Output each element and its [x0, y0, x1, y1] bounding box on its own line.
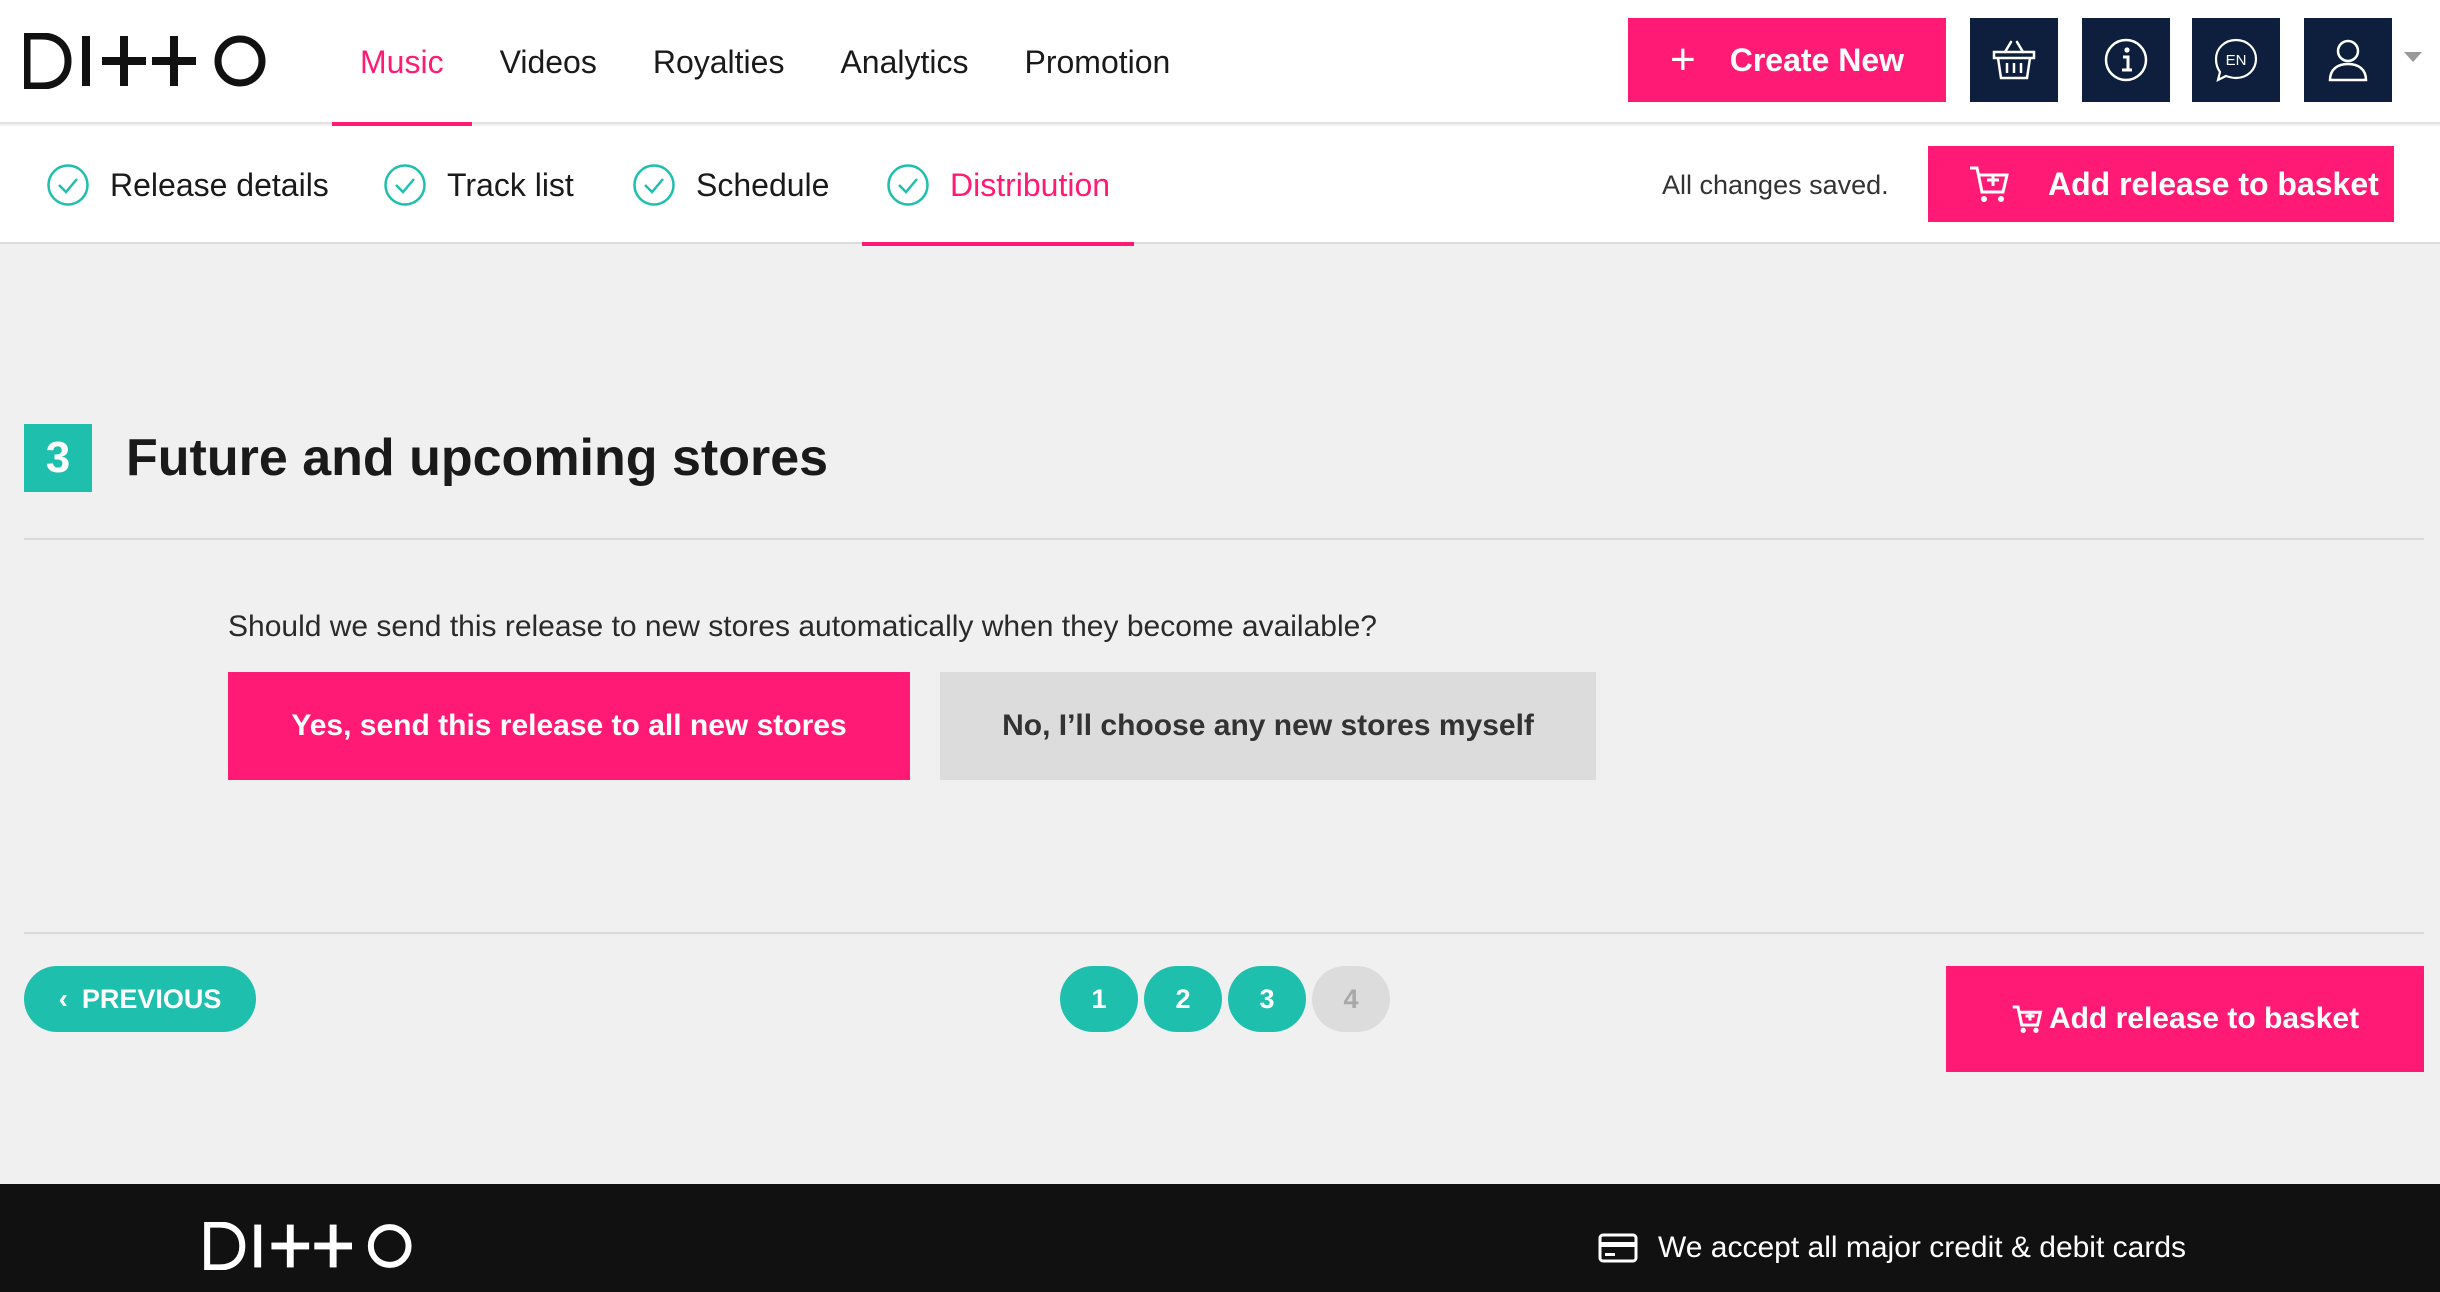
page-4-button: 4: [1312, 966, 1390, 1032]
cards-text: We accept all major credit & debit cards: [1658, 1231, 2187, 1264]
page-2-button[interactable]: 2: [1144, 966, 1222, 1032]
basket-icon: [1992, 40, 2036, 80]
cart-add-icon: [1970, 166, 2009, 202]
release-steps: Release details Track list Schedule Dist…: [0, 126, 2440, 246]
divider: [24, 932, 2424, 934]
step-label: Release details: [110, 166, 329, 203]
page-3-button[interactable]: 3: [1228, 966, 1306, 1032]
check-circle-icon: [384, 164, 426, 206]
user-icon: [2328, 39, 2368, 82]
ditto-logo[interactable]: [24, 30, 270, 92]
section-number-badge: 3: [24, 424, 92, 492]
check-circle-icon: [887, 164, 929, 206]
divider: [24, 538, 2424, 540]
user-button[interactable]: [2304, 18, 2392, 102]
add-release-to-basket-button[interactable]: Add release to basket: [1928, 146, 2394, 222]
info-button[interactable]: [2082, 18, 2170, 102]
check-circle-icon: [47, 164, 89, 206]
language-button[interactable]: EN: [2192, 18, 2280, 102]
check-circle-icon: [633, 164, 675, 206]
nav-analytics[interactable]: Analytics: [812, 0, 996, 124]
step-label: Track list: [447, 166, 574, 203]
main-nav: Music Videos Royalties Analytics Promoti…: [332, 0, 1198, 126]
nav-promotion[interactable]: Promotion: [996, 0, 1198, 124]
step-schedule[interactable]: Schedule: [632, 126, 829, 244]
previous-button[interactable]: ‹ PREVIOUS: [24, 966, 256, 1032]
previous-label: PREVIOUS: [81, 983, 222, 1014]
save-status: All changes saved.: [1662, 169, 1889, 200]
language-code: EN: [2226, 52, 2247, 69]
info-icon: [2104, 38, 2148, 82]
no-choose-stores-button[interactable]: No, I’ll choose any new stores myself: [940, 672, 1596, 780]
create-new-label: Create New: [1729, 41, 1904, 78]
section-pager: 1 2 3 4: [1060, 966, 1396, 1032]
chevron-down-icon[interactable]: [2404, 52, 2422, 62]
payment-cards-note: We accept all major credit & debit cards: [1598, 1224, 2186, 1272]
credit-card-icon: [1598, 1233, 1638, 1263]
section-title: Future and upcoming stores: [126, 429, 829, 487]
create-new-button[interactable]: + Create New: [1628, 18, 1946, 102]
add-release-to-basket-bottom-button[interactable]: Add release to basket: [1946, 966, 2424, 1072]
step-distribution[interactable]: Distribution: [861, 126, 1135, 246]
basket-button[interactable]: [1970, 18, 2058, 102]
step-release-details[interactable]: Release details: [46, 126, 329, 244]
step-label: Distribution: [950, 166, 1111, 203]
plus-icon: +: [1670, 35, 1696, 84]
page-1-button[interactable]: 1: [1060, 966, 1138, 1032]
language-icon: EN: [2214, 38, 2258, 83]
ditto-logo-mark: [24, 33, 266, 89]
chevron-left-icon: ‹: [58, 983, 68, 1014]
ditto-logo-mark: [204, 1221, 412, 1271]
step-label: Schedule: [696, 166, 830, 203]
site-footer: We accept all major credit & debit cards: [0, 1184, 2440, 1292]
yes-send-all-stores-button[interactable]: Yes, send this release to all new stores: [228, 672, 910, 780]
stores-question: Should we send this release to new store…: [228, 610, 1377, 643]
step-track-list[interactable]: Track list: [383, 126, 574, 244]
nav-music[interactable]: Music: [332, 0, 472, 126]
section-header: 3 Future and upcoming stores: [24, 424, 828, 492]
nav-royalties[interactable]: Royalties: [625, 0, 813, 124]
footer-ditto-logo[interactable]: [200, 1221, 420, 1275]
cart-add-icon: [2012, 1005, 2043, 1033]
basket-label: Add release to basket: [2048, 165, 2379, 202]
top-navigation: Music Videos Royalties Analytics Promoti…: [0, 0, 2440, 126]
basket-label: Add release to basket: [2048, 1002, 2360, 1035]
nav-videos[interactable]: Videos: [472, 0, 625, 124]
